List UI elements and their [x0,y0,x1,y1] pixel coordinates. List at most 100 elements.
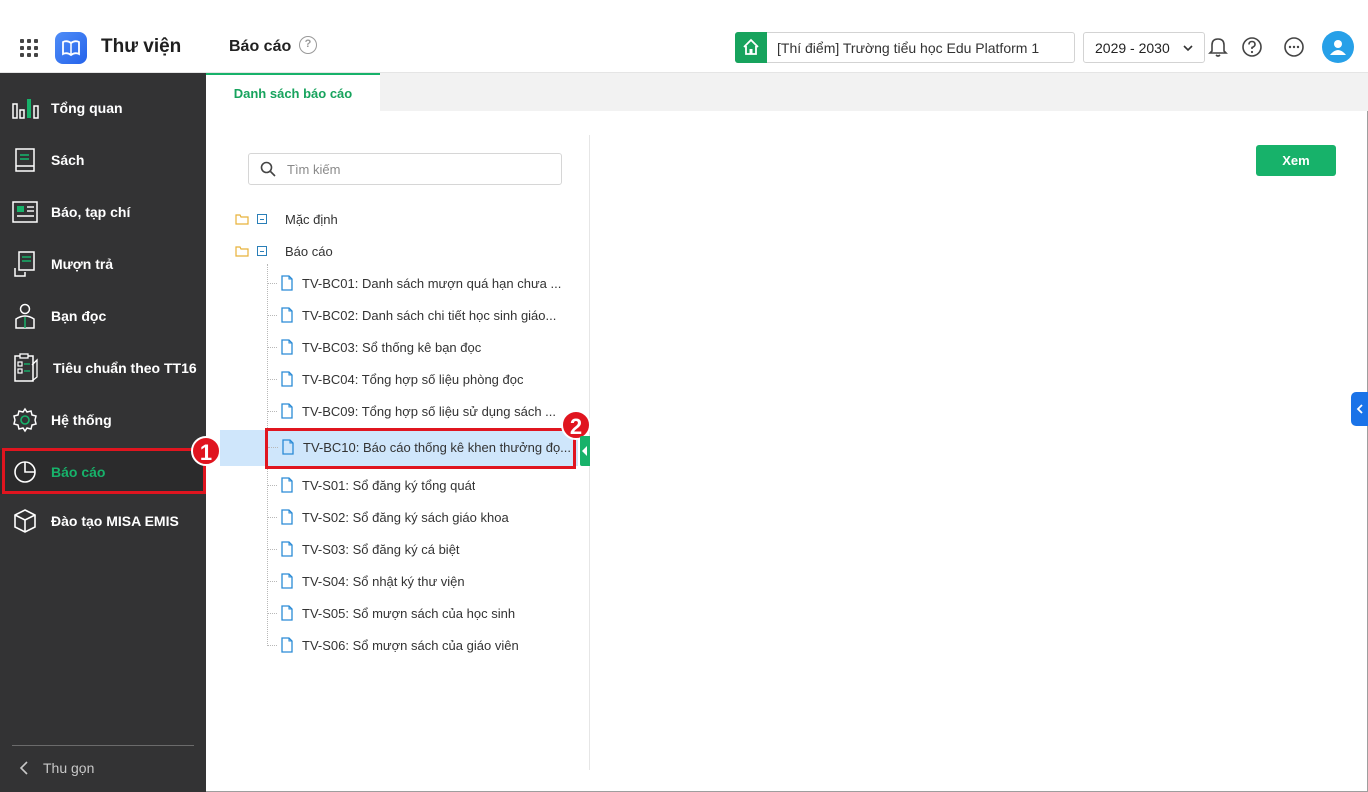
report-item[interactable]: TV-BC02: Danh sách chi tiết học sinh giá… [267,300,577,330]
app-grid-icon[interactable] [20,39,38,57]
collapse-button[interactable]: Thu gọn [18,760,94,776]
help-icon[interactable] [1241,36,1263,58]
search-box[interactable] [248,153,562,185]
sidebar-item-label: Tiêu chuẩn theo TT16 [53,360,197,376]
page-title: Báo cáo [229,38,292,55]
sidebar-item-readers[interactable]: Bạn đọc [0,294,206,338]
right-panel-toggle[interactable] [1351,392,1368,426]
report-item[interactable]: TV-S05: Sổ mượn sách của học sinh [267,598,577,628]
report-item[interactable]: TV-BC04: Tổng hợp số liệu phòng đọc [267,364,577,394]
chevron-left-icon [1356,404,1363,414]
chart-bars-icon [11,94,39,122]
report-item-label: TV-S06: Sổ mượn sách của giáo viên [302,637,519,653]
sidebar-item-label: Mượn trả [51,256,114,272]
sidebar-item-overview[interactable]: Tổng quan [0,86,206,130]
report-item-label: TV-BC01: Danh sách mượn quá hạn chưa ... [302,275,562,291]
sidebar-item-standards[interactable]: Tiêu chuẩn theo TT16 [0,346,206,390]
report-item-label: TV-BC04: Tổng hợp số liệu phòng đọc [302,371,524,387]
sidebar-item-books[interactable]: Sách [0,138,206,182]
collapse-label: Thu gọn [43,760,95,776]
document-icon [281,605,293,621]
report-item[interactable]: TV-BC03: Sổ thống kê bạn đọc [267,332,577,362]
sidebar-item-borrow-return[interactable]: Mượn trả [0,242,206,286]
report-item-label: TV-BC09: Tổng hợp số liệu sử dụng sách .… [302,403,557,419]
chevron-left-icon [19,761,28,775]
tree-connector [268,446,278,448]
more-options-icon[interactable] [1283,36,1305,58]
report-item[interactable]: TV-BC09: Tổng hợp số liệu sử dụng sách .… [267,396,577,426]
sidebar-item-label: Bạn đọc [51,308,107,324]
annotation-badge-1: 1 [191,436,221,466]
sidebar-item-system[interactable]: Hệ thống [0,398,206,442]
checklist-icon [11,353,39,382]
tab-bar: Danh sách báo cáo [206,73,1368,111]
report-item[interactable]: TV-BC10: Báo cáo thống kê khen thưởng đọ… [268,432,578,462]
document-icon [281,573,293,589]
library-logo-icon [55,32,87,64]
tree-connector [267,484,277,486]
newspaper-icon [11,198,39,226]
report-item-label: TV-S03: Sổ đăng ký cá biệt [302,541,460,557]
chevron-down-icon [1183,45,1193,52]
document-icon [281,477,293,493]
user-avatar[interactable] [1322,31,1354,63]
document-icon [281,307,293,323]
tree-group-reports[interactable]: Báo cáo [235,241,333,261]
collapse-node-icon[interactable] [257,214,267,224]
report-item-label: TV-S01: Sổ đăng ký tổng quát [302,477,476,493]
view-button[interactable]: Xem [1256,145,1336,176]
sidebar-item-label: Báo, tạp chí [51,204,131,220]
tree-connector [267,314,277,316]
reader-icon [11,302,39,330]
folder-icon [235,213,249,225]
tree-connector [267,580,277,582]
report-item[interactable]: TV-S01: Sổ đăng ký tổng quát [267,470,577,500]
school-selector[interactable]: [Thí điểm] Trường tiểu học Edu Platform … [735,31,1075,63]
document-icon [281,275,293,291]
report-item-label: TV-BC03: Sổ thống kê bạn đọc [302,339,482,355]
sidebar-item-label: Hệ thống [51,412,112,428]
app-title: Thư viện [101,36,182,57]
top-header: Thư viện Báo cáo ? [Thí điểm] Trường tiể… [0,0,1368,73]
document-icon [281,371,293,387]
tree-group-default[interactable]: Mặc định [235,209,338,229]
school-name: [Thí điểm] Trường tiểu học Edu Platform … [777,39,1040,56]
tree-connector [267,410,277,412]
tab-report-list[interactable]: Danh sách báo cáo [206,73,380,111]
folder-icon [235,245,249,257]
sidebar-item-label: Tổng quan [51,100,123,116]
report-item[interactable]: TV-S06: Sổ mượn sách của giáo viên [267,630,577,660]
report-item-label: TV-BC02: Danh sách chi tiết học sinh giá… [302,307,557,323]
report-item-label: TV-S05: Sổ mượn sách của học sinh [302,605,516,621]
sidebar-item-training[interactable]: Đào tạo MISA EMIS [0,499,206,543]
document-icon [281,541,293,557]
book-icon [11,146,39,174]
document-icon [281,637,293,653]
school-year-value: 2029 - 2030 [1095,40,1170,56]
report-item[interactable]: TV-S02: Sổ đăng ký sách giáo khoa [267,502,577,532]
document-icon [281,403,293,419]
sidebar-item-newspapers[interactable]: Báo, tạp chí [0,190,206,234]
sidebar-item-reports[interactable]: Báo cáo [0,450,206,494]
document-icon [281,339,293,355]
report-item[interactable]: TV-S03: Sổ đăng ký cá biệt [267,534,577,564]
school-year-select[interactable]: 2029 - 2030 [1083,32,1205,63]
document-icon [281,509,293,525]
tree-connector [267,516,277,518]
school-home-icon [735,31,767,63]
report-item-label: TV-S04: Sổ nhật ký thư viện [302,573,465,589]
page-help-icon[interactable]: ? [299,36,317,54]
report-item[interactable]: TV-BC01: Danh sách mượn quá hạn chưa ... [267,268,577,298]
sidebar-item-label: Sách [51,152,85,168]
tree-group-label: Báo cáo [285,243,333,259]
sidebar: Tổng quan Sách Báo, tạp chí Mượn trả Bạn… [0,73,206,792]
bell-icon[interactable] [1207,36,1229,58]
collapse-node-icon[interactable] [257,246,267,256]
sidebar-item-label: Đào tạo MISA EMIS [51,513,179,529]
search-input[interactable] [287,161,547,177]
document-icon [282,439,294,455]
panel-splitter-handle[interactable] [580,436,590,466]
tree-connector [267,548,277,550]
report-item[interactable]: TV-S04: Sổ nhật ký thư viện [267,566,577,596]
tree-connector [267,378,277,380]
